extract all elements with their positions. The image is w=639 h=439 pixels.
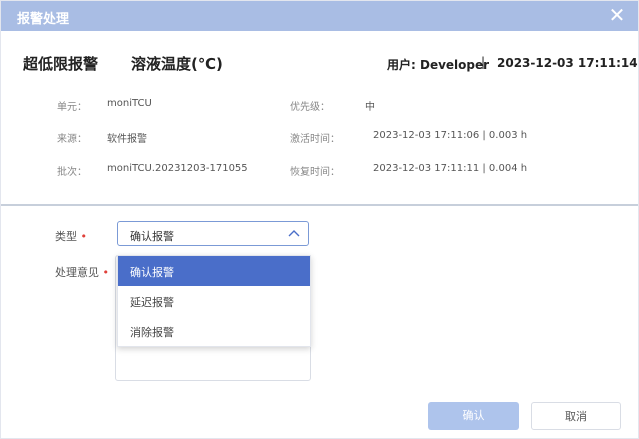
opinion-field-label: 处理意见 • xyxy=(55,264,109,280)
source-value: 软件报警 xyxy=(107,134,147,145)
activate-time-value: 2023-12-03 17:11:06 | 0.003 h xyxy=(373,130,528,141)
required-mark: • xyxy=(80,230,88,243)
user-label: 用户: Developer xyxy=(387,58,490,72)
option-label: 延迟报警 xyxy=(130,296,174,309)
activate-time-label: 激活时间： xyxy=(290,134,340,145)
type-label-text: 类型 xyxy=(55,230,77,243)
option-label: 消除报警 xyxy=(130,326,174,339)
confirm-button[interactable]: 确认 xyxy=(428,402,519,430)
type-select[interactable]: 确认报警 xyxy=(117,221,309,246)
batch-label: 批次： xyxy=(57,167,87,178)
recover-time-label: 恢复时间： xyxy=(290,167,340,178)
type-select-value: 确认报警 xyxy=(130,230,174,243)
priority-value: 中 xyxy=(365,102,375,113)
option-label: 确认报警 xyxy=(130,266,174,279)
chevron-up-icon xyxy=(288,230,300,237)
alarm-type-heading: 超低限报警 xyxy=(23,55,99,73)
source-label: 来源： xyxy=(57,134,87,145)
type-field-label: 类型 • xyxy=(55,228,87,244)
dialog-title: 报警处理 xyxy=(17,12,70,27)
dialog-titlebar: 报警处理 ✕ xyxy=(1,1,638,31)
option-clear-alarm[interactable]: 消除报警 xyxy=(118,316,310,346)
priority-label: 优先级： xyxy=(290,102,330,113)
batch-value: moniTCU.20231203-171055 xyxy=(107,163,248,174)
alarm-dialog: 报警处理 ✕ 超低限报警 溶液温度(℃) 用户: Developer | 202… xyxy=(0,0,639,439)
option-confirm-alarm[interactable]: 确认报警 xyxy=(118,256,310,286)
header-timestamp: 2023-12-03 17:11:14 xyxy=(497,56,638,70)
sensor-heading: 溶液温度(℃) xyxy=(131,55,223,73)
recover-time-value: 2023-12-03 17:11:11 | 0.004 h xyxy=(373,163,528,174)
cancel-button[interactable]: 取消 xyxy=(531,402,621,430)
header-separator: | xyxy=(481,55,486,69)
unit-value: moniTCU xyxy=(107,98,152,109)
unit-label: 单元： xyxy=(57,102,87,113)
section-divider xyxy=(1,204,638,206)
type-dropdown-menu: 确认报警 延迟报警 消除报警 xyxy=(117,255,311,347)
close-icon[interactable]: ✕ xyxy=(606,4,628,26)
required-mark: • xyxy=(102,266,110,279)
option-delay-alarm[interactable]: 延迟报警 xyxy=(118,286,310,316)
opinion-label-text: 处理意见 xyxy=(55,266,99,279)
